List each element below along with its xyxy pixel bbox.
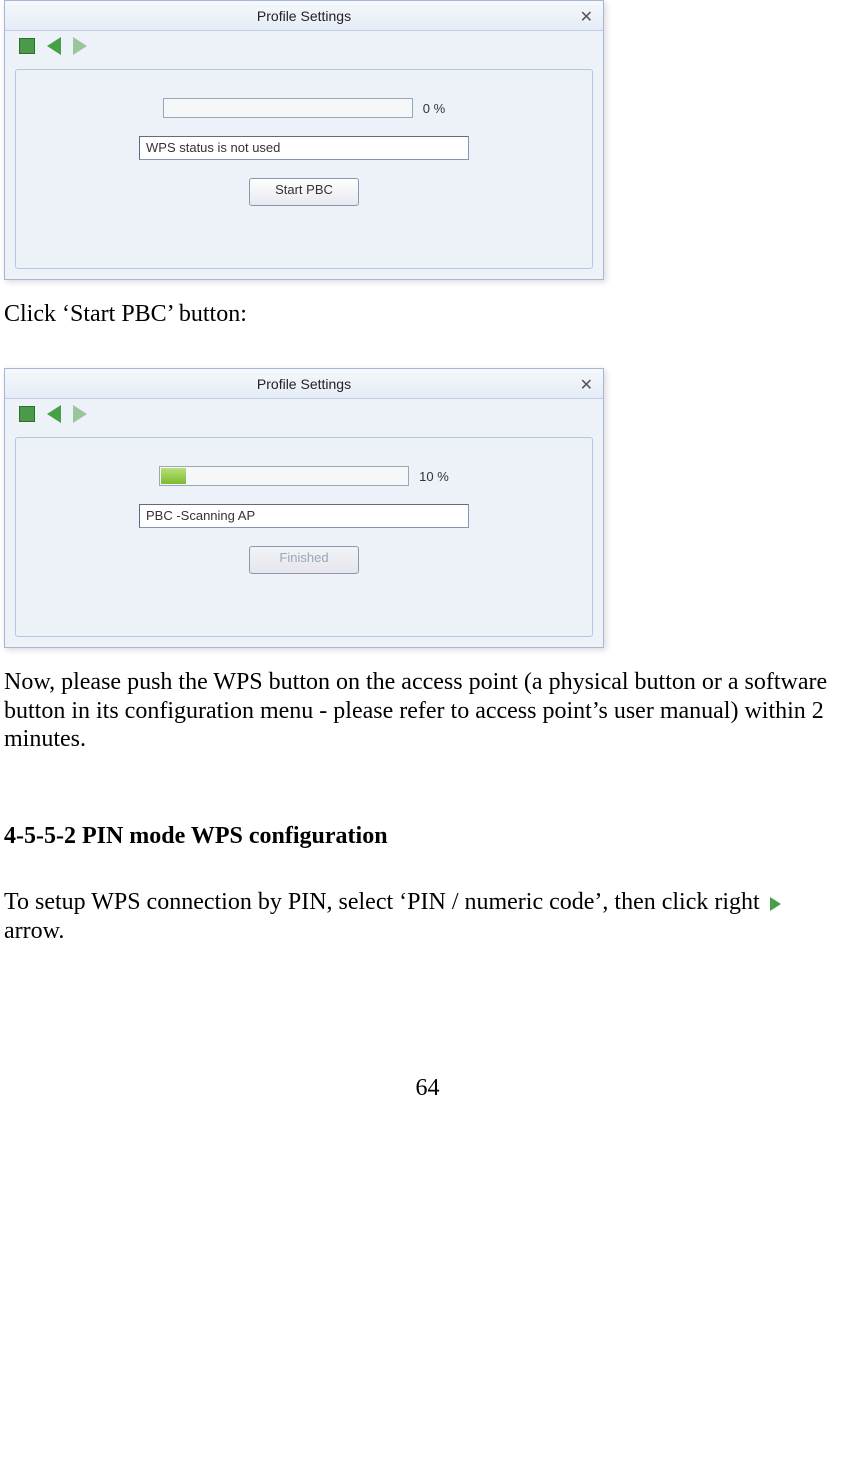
instruction-pin-mode-b: arrow. <box>4 918 64 944</box>
progress-row: 10 % <box>159 466 449 486</box>
progress-bar <box>159 466 409 486</box>
dialog-panel: 0 % WPS status is not used Start PBC <box>15 69 593 269</box>
wps-status-field: PBC -Scanning AP <box>139 504 469 528</box>
instruction-pin-mode: To setup WPS connection by PIN, select ‘… <box>4 888 851 945</box>
wps-status-field: WPS status is not used <box>139 136 469 160</box>
progress-percent: 10 % <box>419 469 449 484</box>
instruction-start-pbc: Click ‘Start PBC’ button: <box>4 300 851 328</box>
dialog-panel: 10 % PBC -Scanning AP Finished <box>15 437 593 637</box>
arrow-left-icon[interactable] <box>47 405 61 423</box>
finished-button[interactable]: Finished <box>249 546 359 574</box>
profile-settings-dialog-2: Profile Settings ✕ 10 % PBC -Scanning AP… <box>4 368 604 648</box>
dialog-title: Profile Settings <box>257 8 351 24</box>
arrow-right-icon <box>770 897 781 911</box>
page-number: 64 <box>0 1075 855 1102</box>
arrow-right-icon[interactable] <box>73 405 87 423</box>
dialog-titlebar: Profile Settings ✕ <box>5 369 603 399</box>
start-pbc-button[interactable]: Start PBC <box>249 178 359 206</box>
stop-icon[interactable] <box>19 38 35 54</box>
arrow-left-icon[interactable] <box>47 37 61 55</box>
section-heading: 4-5-5-2 PIN mode WPS configuration <box>4 823 851 850</box>
progress-bar <box>163 98 413 118</box>
close-icon[interactable]: ✕ <box>580 375 593 395</box>
dialog-title: Profile Settings <box>257 376 351 392</box>
profile-settings-dialog-1: Profile Settings ✕ 0 % WPS status is not… <box>4 0 604 280</box>
dialog-titlebar: Profile Settings ✕ <box>5 1 603 31</box>
dialog-toolbar <box>5 399 603 437</box>
progress-fill <box>161 468 186 484</box>
progress-percent: 0 % <box>423 101 445 116</box>
stop-icon[interactable] <box>19 406 35 422</box>
progress-row: 0 % <box>163 98 445 118</box>
arrow-right-icon[interactable] <box>73 37 87 55</box>
close-icon[interactable]: ✕ <box>580 7 593 27</box>
dialog-toolbar <box>5 31 603 69</box>
instruction-push-wps: Now, please push the WPS button on the a… <box>4 668 851 753</box>
instruction-pin-mode-a: To setup WPS connection by PIN, select ‘… <box>4 889 766 915</box>
